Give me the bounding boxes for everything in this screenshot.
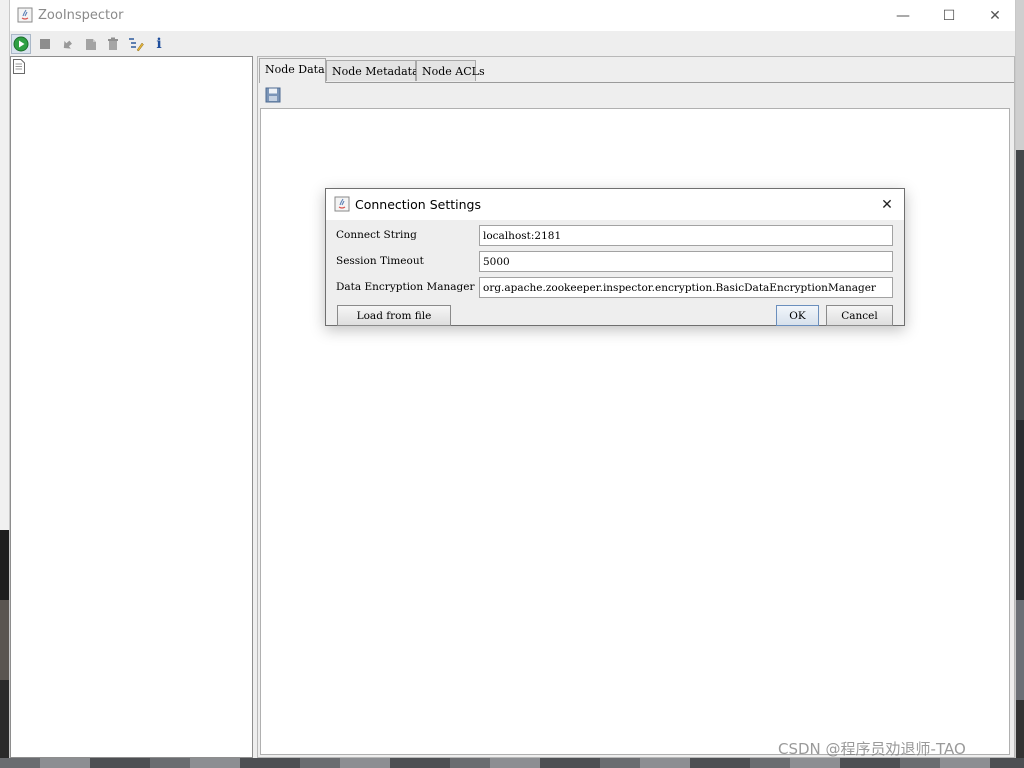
dialog-close-button[interactable]: ✕ [872, 191, 902, 218]
dialog-titlebar[interactable]: Connection Settings ✕ [326, 189, 904, 220]
zooinspector-window: ZooInspector — ☐ ✕ i Node Data Node Meta… [9, 0, 1016, 758]
node-viewers-button[interactable] [126, 34, 146, 54]
disconnect-button[interactable] [35, 34, 55, 54]
save-button[interactable] [265, 87, 281, 103]
close-icon: ✕ [989, 7, 1001, 24]
trash-icon [108, 37, 118, 50]
play-circle-icon [13, 36, 29, 52]
session-timeout-input[interactable] [479, 251, 893, 272]
info-icon: i [156, 36, 162, 52]
main-toolbar: i [10, 31, 1015, 56]
dialog-title: Connection Settings [355, 197, 481, 212]
stop-icon [40, 39, 50, 49]
desktop-background-left [0, 0, 9, 768]
maximize-icon: ☐ [942, 7, 956, 24]
about-button[interactable]: i [149, 34, 169, 54]
refresh-icon [63, 40, 72, 49]
connection-settings-dialog: Connection Settings ✕ Connect String Ses… [325, 188, 905, 326]
window-title: ZooInspector [38, 8, 124, 23]
data-encryption-manager-label: Data Encryption Manager [336, 281, 475, 293]
connect-button[interactable] [11, 34, 31, 54]
session-timeout-label: Session Timeout [336, 255, 424, 267]
connect-string-label: Connect String [336, 229, 417, 241]
delete-node-button[interactable] [103, 34, 123, 54]
save-icon [265, 87, 281, 103]
cancel-button[interactable]: Cancel [826, 305, 893, 326]
tab-node-acls-label: Node ACLs [422, 65, 485, 78]
document-icon[interactable] [13, 59, 25, 78]
load-from-file-button[interactable]: Load from file [337, 305, 451, 326]
minimize-icon: — [896, 7, 910, 24]
tab-node-data-label: Node Data [265, 63, 325, 76]
close-button[interactable]: ✕ [972, 0, 1018, 31]
desktop-background-right [1016, 0, 1024, 768]
data-encryption-manager-input[interactable] [479, 277, 893, 298]
connect-string-input[interactable] [479, 225, 893, 246]
window-titlebar[interactable]: ZooInspector — ☐ ✕ [10, 0, 1015, 31]
tab-node-data[interactable]: Node Data [259, 58, 326, 83]
add-node-button[interactable] [81, 34, 101, 54]
add-node-icon [86, 39, 96, 50]
node-viewer-tabs: Node Data Node Metadata Node ACLs [259, 58, 1014, 83]
ok-button[interactable]: OK [776, 305, 819, 326]
close-icon: ✕ [881, 196, 893, 213]
refresh-button[interactable] [57, 34, 77, 54]
zk-node-tree[interactable] [10, 56, 253, 758]
desktop-taskbar-strip [0, 758, 1024, 768]
java-app-icon [17, 7, 33, 23]
edit-tree-icon [129, 38, 144, 52]
watermark-text: CSDN @程序员劝退师-TAO [778, 740, 966, 758]
node-viewer-panel: Node Data Node Metadata Node ACLs [257, 56, 1015, 758]
java-app-icon [334, 196, 350, 212]
minimize-button[interactable]: — [880, 0, 926, 31]
tab-node-metadata[interactable]: Node Metadata [326, 60, 419, 81]
tab-node-acls[interactable]: Node ACLs [416, 60, 485, 81]
tab-node-metadata-label: Node Metadata [332, 65, 419, 78]
node-data-toolbar [260, 83, 1012, 107]
maximize-button[interactable]: ☐ [926, 0, 972, 31]
